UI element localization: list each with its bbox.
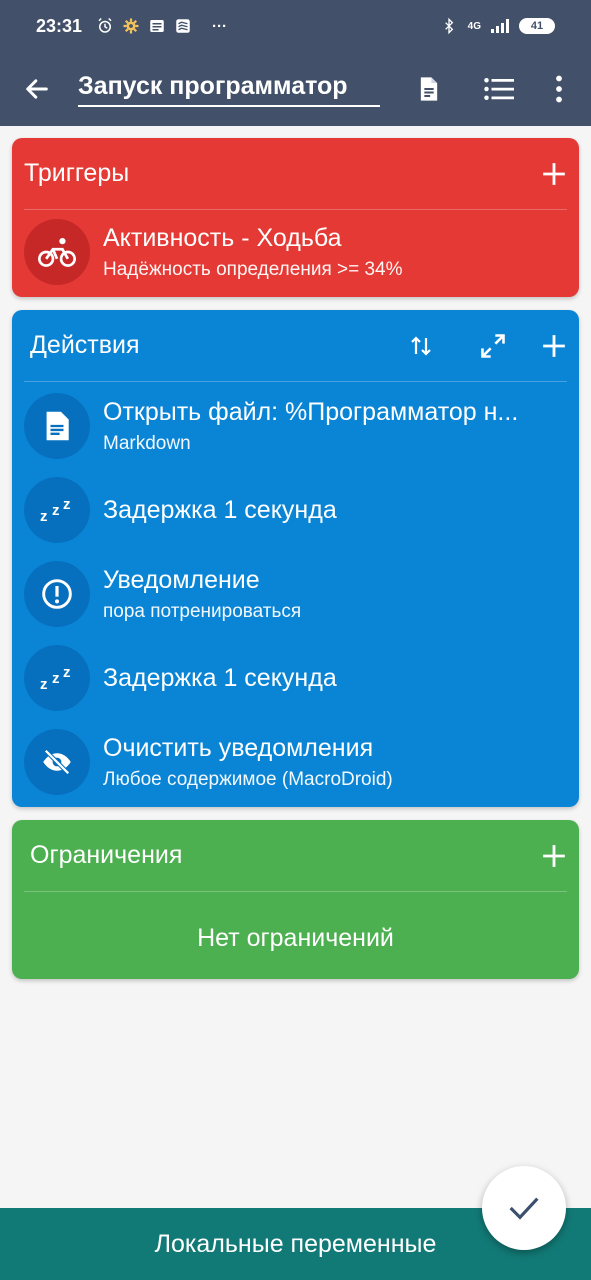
settings-gear-icon — [122, 17, 140, 35]
action-title: Задержка 1 секунда — [103, 663, 337, 692]
add-action-button[interactable] — [523, 316, 567, 376]
action-icon-circle: zzz — [24, 477, 90, 543]
action-item[interactable]: zzz Задержка 1 секунда — [12, 636, 579, 720]
action-item[interactable]: zzz Задержка 1 секунда — [12, 468, 579, 552]
action-item[interactable]: Уведомление пора потренироваться — [12, 552, 579, 636]
sleep-zzz-icon: zzz — [40, 496, 71, 525]
trigger-title: Активность - Ходьба — [103, 223, 342, 252]
constraints-card: Ограничения Нет ограничений — [12, 820, 579, 979]
more-vert-icon — [556, 75, 562, 103]
expand-actions-button[interactable] — [463, 316, 523, 376]
variables-list-button[interactable] — [464, 52, 534, 126]
trigger-icon-circle — [24, 219, 90, 285]
svg-text:z: z — [52, 502, 60, 519]
action-subtitle: Markdown — [103, 432, 191, 454]
action-title: Очистить уведомления — [103, 733, 374, 762]
action-subtitle: пора потренироваться — [103, 600, 302, 622]
constraints-header: Ограничения — [24, 820, 567, 892]
action-item[interactable]: Открыть файл: %Программатор н... Markdow… — [12, 384, 579, 468]
status-bar: 23:31 ··· 4G 41 — [0, 0, 591, 52]
todo-app-icon — [174, 17, 192, 35]
action-subtitle: Любое содержимое (MacroDroid) — [103, 768, 393, 790]
no-constraints-text: Нет ограничений — [197, 924, 394, 952]
action-icon-circle — [24, 561, 90, 627]
reorder-actions-button[interactable] — [391, 316, 451, 376]
overflow-menu-button[interactable] — [534, 52, 584, 126]
file-icon — [46, 411, 69, 441]
triggers-card: Триггеры Активность - Ходьба Надёжность … — [12, 138, 579, 297]
trigger-subtitle: Надёжность определения >= 34% — [103, 258, 403, 280]
more-notifications-indicator: ··· — [212, 17, 228, 35]
svg-text:z: z — [63, 664, 71, 681]
message-icon — [148, 17, 166, 35]
plus-icon — [543, 334, 565, 357]
action-title: Задержка 1 секунда — [103, 495, 337, 524]
save-fab-button[interactable] — [482, 1166, 566, 1250]
check-icon — [509, 1197, 539, 1220]
bicycle-icon — [38, 238, 76, 267]
description-button[interactable] — [394, 52, 464, 126]
add-constraint-button[interactable] — [523, 826, 567, 886]
eye-off-icon — [43, 749, 71, 775]
network-type: 4G — [467, 20, 481, 32]
svg-text:z: z — [63, 496, 71, 513]
alert-circle-icon — [42, 579, 72, 609]
trigger-item[interactable]: Активность - Ходьба Надёжность определен… — [12, 210, 579, 294]
sleep-zzz-icon: zzz — [40, 664, 71, 693]
arrow-left-icon — [26, 79, 48, 99]
battery-level: 41 — [530, 20, 544, 32]
plus-icon — [543, 844, 565, 867]
battery-icon: 41 — [519, 18, 555, 34]
alarm-icon — [96, 17, 114, 35]
actions-title: Действия — [30, 331, 140, 359]
svg-text:z: z — [40, 676, 48, 693]
actions-card: Действия Открыть файл: %Программатор н..… — [12, 310, 579, 807]
action-icon-circle: zzz — [24, 645, 90, 711]
action-item[interactable]: Очистить уведомления Любое содержимое (M… — [12, 720, 579, 804]
add-trigger-button[interactable] — [523, 144, 567, 204]
action-title: Уведомление — [103, 565, 260, 594]
plus-icon — [543, 162, 565, 185]
actions-header: Действия — [24, 310, 567, 382]
bluetooth-icon — [440, 17, 458, 35]
local-variables-label: Локальные переменные — [154, 1229, 437, 1258]
document-icon — [420, 77, 438, 101]
action-title: Открыть файл: %Программатор н... — [103, 397, 519, 426]
back-button[interactable] — [0, 52, 74, 126]
status-time: 23:31 — [36, 15, 83, 36]
fullscreen-icon — [481, 333, 505, 358]
svg-text:z: z — [52, 670, 60, 687]
status-right: 4G 41 — [440, 17, 555, 35]
svg-text:z: z — [40, 508, 48, 525]
constraints-title: Ограничения — [30, 841, 183, 869]
list-icon — [484, 78, 514, 100]
macro-name-input[interactable]: Запуск программатор — [78, 72, 380, 107]
status-icons: ··· — [96, 17, 227, 35]
action-icon-circle — [24, 729, 90, 795]
action-icon-circle — [24, 393, 90, 459]
signal-icon — [491, 19, 509, 33]
swap-vertical-icon — [411, 335, 431, 356]
toolbar: Запуск программатор — [0, 52, 591, 126]
triggers-title: Триггеры — [24, 159, 130, 187]
triggers-header: Триггеры — [24, 138, 567, 210]
